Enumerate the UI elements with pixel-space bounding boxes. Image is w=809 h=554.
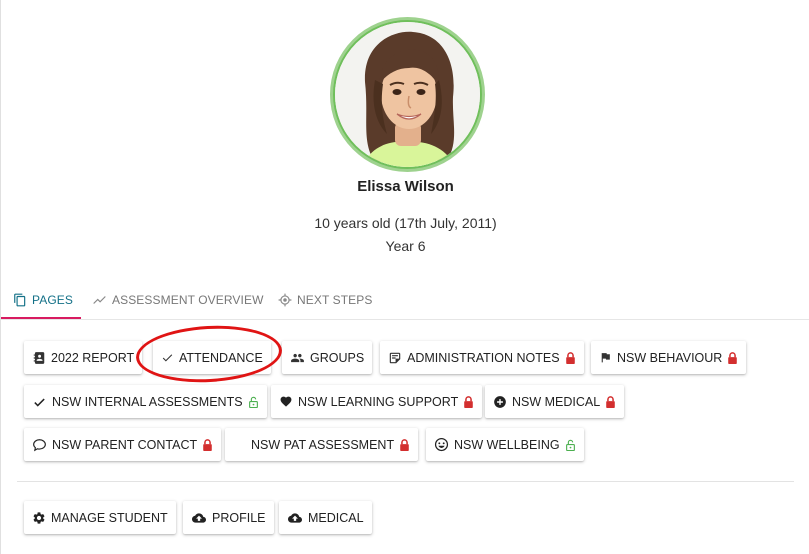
page-button-nsw-learning-support[interactable]: NSW LEARNING SUPPORT <box>271 385 483 418</box>
note-icon <box>388 351 402 365</box>
contacts-book-icon <box>32 351 46 365</box>
lock-icon <box>727 351 738 364</box>
action-label: MANAGE STUDENT <box>51 510 168 525</box>
unlock-icon <box>248 396 259 408</box>
page-label: GROUPS <box>310 350 365 365</box>
page-button-nsw-parent-contact[interactable]: NSW PARENT CONTACT <box>24 428 222 461</box>
lock-icon <box>202 438 213 451</box>
people-icon <box>290 351 305 365</box>
manage-student-button[interactable]: MANAGE STUDENT <box>24 501 176 534</box>
page-label: NSW PAT ASSESSMENT <box>251 437 395 452</box>
student-year: Year 6 <box>385 238 426 254</box>
page-label: NSW PARENT CONTACT <box>52 437 198 452</box>
student-photo <box>335 22 480 167</box>
page-button-2022-report[interactable]: 2022 REPORT <box>24 341 143 374</box>
tab-next-steps[interactable]: NEXT STEPS <box>278 280 372 320</box>
tab-pages[interactable]: PAGES <box>13 280 73 320</box>
student-panel: Elissa Wilson 10 years old (17th July, 2… <box>0 0 809 554</box>
cloud-upload-icon <box>191 511 207 525</box>
action-label: MEDICAL <box>308 510 364 525</box>
cloud-upload-icon <box>287 511 303 525</box>
lock-icon <box>463 395 474 408</box>
flag-icon <box>599 351 612 364</box>
page-button-groups[interactable]: GROUPS <box>282 341 373 374</box>
lock-icon <box>605 395 616 408</box>
page-button-attendance[interactable]: ATTENDANCE <box>153 341 271 374</box>
page-label: 2022 REPORT <box>51 350 135 365</box>
avatar-ring <box>330 17 485 172</box>
student-age: 10 years old (17th July, 2011) <box>314 215 497 231</box>
page-label: NSW LEARNING SUPPORT <box>298 394 459 409</box>
lock-icon <box>565 351 576 364</box>
action-label: PROFILE <box>212 510 266 525</box>
page-button-nsw-behaviour[interactable]: NSW BEHAVIOUR <box>591 341 747 374</box>
page-button-nsw-pat-assessment[interactable]: NSW PAT ASSESSMENT <box>225 428 419 461</box>
page-button-nsw-medical[interactable]: NSW MEDICAL <box>485 385 625 418</box>
tab-assessment-overview-label: ASSESSMENT OVERVIEW <box>112 293 264 307</box>
page-button-nsw-wellbeing[interactable]: NSW WELLBEING <box>426 428 584 461</box>
smiley-icon <box>434 437 449 452</box>
gear-icon <box>32 511 46 525</box>
medical-button[interactable]: MEDICAL <box>279 501 372 534</box>
check-icon <box>161 351 174 364</box>
page-label: ADMINISTRATION NOTES <box>407 350 560 365</box>
tab-pages-label: PAGES <box>32 293 73 307</box>
avatar[interactable] <box>335 22 480 167</box>
active-tab-indicator <box>1 317 81 319</box>
tab-assessment-overview[interactable]: ASSESSMENT OVERVIEW <box>92 280 264 320</box>
plus-circle-icon <box>493 395 507 409</box>
tab-next-steps-label: NEXT STEPS <box>297 293 373 307</box>
copy-icon <box>13 293 27 307</box>
speech-bubble-icon <box>32 438 47 452</box>
page-button-nsw-internal-assessments[interactable]: NSW INTERNAL ASSESSMENTS <box>24 385 267 418</box>
unlock-icon <box>565 439 576 451</box>
check-icon <box>32 395 47 409</box>
student-name: Elissa Wilson <box>357 178 454 195</box>
page-label: ATTENDANCE <box>179 350 263 365</box>
page-label: NSW WELLBEING <box>454 437 560 452</box>
section-divider <box>17 481 794 482</box>
page-label: NSW BEHAVIOUR <box>617 350 723 365</box>
heart-icon <box>279 395 293 408</box>
target-icon <box>278 293 292 307</box>
trending-icon <box>92 293 107 307</box>
tab-bar: PAGES ASSESSMENT OVERVIEW NEXT STEPS <box>1 280 809 320</box>
page-label: NSW INTERNAL ASSESSMENTS <box>52 394 243 409</box>
page-label: NSW MEDICAL <box>512 394 601 409</box>
lock-icon <box>399 438 410 451</box>
page-button-administration-notes[interactable]: ADMINISTRATION NOTES <box>380 341 584 374</box>
profile-button[interactable]: PROFILE <box>183 501 274 534</box>
